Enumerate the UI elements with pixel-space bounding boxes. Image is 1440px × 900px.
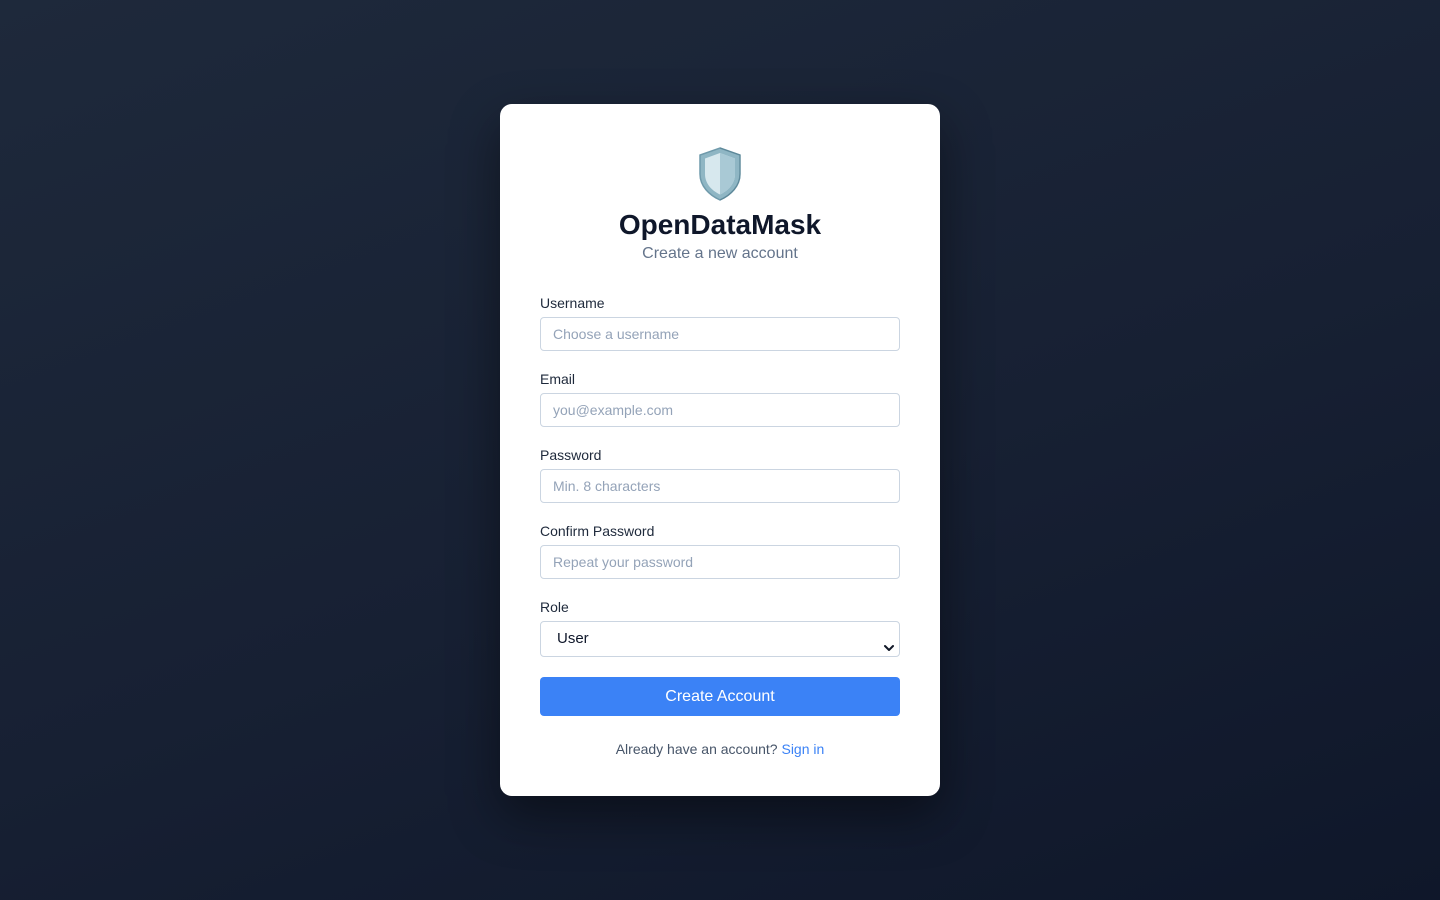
confirm-password-label: Confirm Password [540,523,655,539]
signin-prompt: Already have an account? Sign in [500,740,940,758]
create-account-button[interactable]: Create Account [540,677,900,716]
role-select[interactable]: User [540,621,900,657]
chevron-down-icon [883,633,895,651]
email-input[interactable] [540,393,900,427]
role-selected-value: User [557,630,589,647]
page-subtitle: Create a new account [642,245,798,262]
shield-icon [696,146,744,202]
password-input[interactable] [540,469,900,503]
app-title: OpenDataMask [618,209,822,240]
password-label: Password [540,447,602,463]
username-label: Username [540,295,605,311]
signin-prompt-text: Already have an account? [615,741,778,757]
email-label: Email [540,371,576,387]
signin-link[interactable]: Sign in [781,741,824,757]
confirm-password-input[interactable] [540,545,900,579]
signup-card: OpenDataMask Create a new account Userna… [500,104,940,796]
role-label: Role [540,599,569,615]
username-input[interactable] [540,317,900,351]
